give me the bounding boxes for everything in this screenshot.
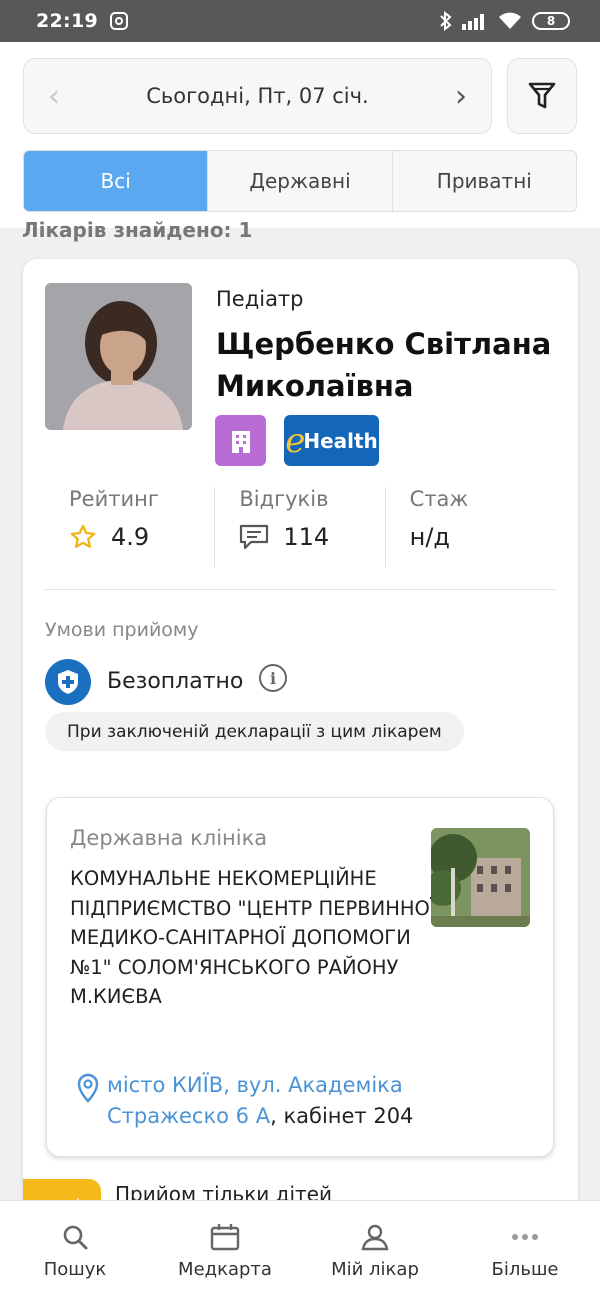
header: ‹ Сьогодні, Пт, 07 січ. › Всі Державні П… [0,42,600,228]
tab-all[interactable]: Всі [24,151,208,211]
signal-icon [462,12,488,30]
chevron-left-icon[interactable]: ‹ [42,79,66,114]
divider [45,589,555,590]
rating-value: 4.9 [111,523,150,551]
nav-more[interactable]: Більше [450,1201,600,1299]
more-icon [512,1234,538,1240]
ehealth-text: Health [303,428,378,453]
address-room: , кабінет 204 [270,1104,414,1128]
conditions-title: Умови прийому [45,619,199,641]
clinic-photo [431,828,530,927]
experience-value: н/д [409,523,451,551]
doctor-specialty: Педіатр [216,287,304,311]
tab-private[interactable]: Приватні [391,151,576,211]
instagram-icon [109,12,128,30]
clinic-type-tabs: Всі Державні Приватні [23,150,577,212]
date-selector: ‹ Сьогодні, Пт, 07 січ. › [23,58,492,134]
status-time: 22:19 [36,10,98,32]
status-bar: 22:19 8 [0,0,600,42]
experience-label: Стаж [409,487,469,511]
user-icon [361,1224,389,1251]
wifi-icon [498,12,522,30]
info-icon[interactable]: i [259,664,287,692]
tab-state[interactable]: Державні [207,151,391,211]
bottom-navigation: Пошук Медкарта Мій лікар Більше [0,1200,600,1299]
chevron-right-icon[interactable]: › [449,79,473,114]
doctor-stats: Рейтинг 4.9 Відгуків 114 Стаж н/д [45,487,555,567]
doctor-photo [45,283,192,430]
reviews-value: 114 [283,523,330,551]
star-icon [70,524,96,548]
clinic-card[interactable]: Державна клініка КОМУНАЛЬНЕ НЕКОМЕРЦІЙНЕ… [46,797,554,1157]
ehealth-badge: e Health [284,415,379,466]
ehealth-e: e [285,420,306,461]
comment-icon [240,524,269,550]
date-label[interactable]: Сьогодні, Пт, 07 січ. [146,84,368,108]
stat-rating: Рейтинг 4.9 [45,487,214,567]
filter-button[interactable] [507,58,577,134]
stat-experience: Стаж н/д [384,487,555,567]
results-count: Лікарів знайдено: 1 [22,218,253,242]
clinic-type: Державна клініка [70,826,268,850]
location-pin-icon [77,1073,99,1103]
reviews-label: Відгуків [239,487,329,511]
filter-icon [528,82,556,109]
clinic-name: КОМУНАЛЬНЕ НЕКОМЕРЦІЙНЕ ПІДПРИЄМСТВО "ЦЕ… [70,867,436,1009]
shield-icon [45,659,91,705]
battery-indicator: 8 [532,12,570,30]
nav-medcard-label: Медкарта [178,1259,272,1280]
nav-search-label: Пошук [43,1259,107,1280]
hospital-icon [215,415,266,466]
doctor-card[interactable]: Педіатр Щербенко Світлана Миколаївна e He… [23,259,578,1219]
status-icons: 8 [440,11,570,31]
nav-search[interactable]: Пошук [0,1201,150,1299]
condition-chip: При заключеній декларації з цим лікарем [45,712,464,751]
price-label: Безоплатно [107,669,244,694]
nav-my-doctor-label: Мій лікар [331,1259,419,1280]
nav-more-label: Більше [491,1259,559,1280]
clinic-address: місто КИЇВ, вул. Академіка Стражеско 6 А… [107,1070,527,1132]
calendar-icon [210,1224,240,1251]
doctor-name: Щербенко Світлана Миколаївна [216,327,552,403]
nav-medcard[interactable]: Медкарта [150,1201,300,1299]
rating-label: Рейтинг [69,487,159,511]
stat-reviews[interactable]: Відгуків 114 [214,487,384,567]
nav-my-doctor[interactable]: Мій лікар [300,1201,450,1299]
search-icon [63,1225,88,1250]
bluetooth-icon [440,11,452,31]
